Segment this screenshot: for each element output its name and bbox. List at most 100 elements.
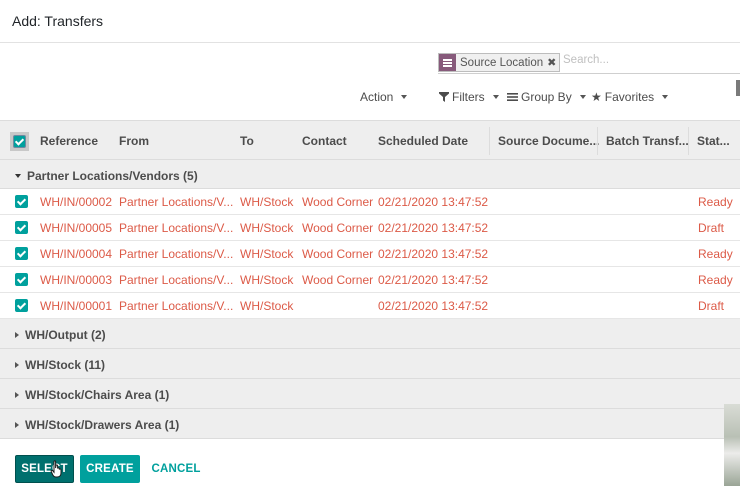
action-dropdown[interactable]: Action	[360, 90, 408, 104]
background-edge-mark	[736, 80, 740, 96]
group-label: WH/Stock (11)	[25, 358, 106, 372]
caret-down-icon	[662, 95, 669, 99]
select-button[interactable]: SELECT	[15, 455, 74, 483]
column-reference[interactable]: Reference	[40, 134, 98, 148]
favorites-dropdown[interactable]: ★ Favorites	[591, 90, 669, 104]
cell-status: Ready	[698, 273, 733, 287]
caret-right-icon	[15, 362, 19, 368]
cell-scheduled-date: 02/21/2020 13:47:52	[378, 299, 489, 313]
column-divider	[597, 127, 598, 155]
filters-label: Filters	[452, 90, 485, 104]
caret-down-icon	[492, 95, 499, 99]
cell-contact: Wood Corner	[302, 247, 374, 261]
row-checkbox[interactable]	[15, 247, 28, 260]
cell-contact: Wood Corner	[302, 273, 374, 287]
cell-to: WH/Stock	[240, 195, 294, 209]
cell-scheduled-date: 02/21/2020 13:47:52	[378, 273, 489, 287]
column-scheduled-date[interactable]: Scheduled Date	[378, 134, 468, 148]
column-status[interactable]: Stat...	[697, 134, 730, 148]
cell-reference: WH/IN/00002	[40, 195, 113, 209]
search-facet-label: Source Location	[460, 56, 544, 69]
column-divider	[688, 127, 689, 155]
filters-dropdown[interactable]: Filters	[439, 90, 499, 104]
hand-cursor-icon	[50, 460, 62, 478]
cell-from: Partner Locations/V...	[119, 195, 234, 209]
cell-reference: WH/IN/00004	[40, 247, 113, 261]
cell-reference: WH/IN/00003	[40, 273, 113, 287]
group-by-dropdown[interactable]: Group By	[507, 90, 586, 104]
table-row[interactable]: WH/IN/00002 Partner Locations/V... WH/St…	[0, 189, 740, 215]
cell-from: Partner Locations/V...	[119, 273, 234, 287]
cell-scheduled-date: 02/21/2020 13:47:52	[378, 247, 489, 261]
group-by-label: Group By	[521, 90, 572, 104]
cell-to: WH/Stock	[240, 247, 294, 261]
favorites-label: Favorites	[604, 90, 655, 104]
cell-scheduled-date: 02/21/2020 13:47:52	[378, 221, 489, 235]
table-row[interactable]: WH/IN/00001 Partner Locations/V... WH/St…	[0, 293, 740, 319]
cell-status: Draft	[698, 221, 725, 235]
cell-contact: Wood Corner	[302, 221, 374, 235]
table-row[interactable]: WH/IN/00004 Partner Locations/V... WH/St…	[0, 241, 740, 267]
group-label: Partner Locations/Vendors (5)	[27, 169, 198, 183]
caret-right-icon	[15, 422, 19, 428]
list-icon	[507, 93, 518, 101]
column-to[interactable]: To	[240, 134, 254, 148]
control-panel: Source Location ✖ Action Filters Group B…	[0, 44, 740, 120]
cell-contact: Wood Corner	[302, 195, 374, 209]
funnel-icon	[439, 92, 449, 102]
group-label: WH/Stock/Drawers Area (1)	[25, 418, 180, 432]
cell-from: Partner Locations/V...	[119, 299, 234, 313]
action-label: Action	[360, 90, 394, 104]
cell-status: Draft	[698, 299, 725, 313]
row-checkbox[interactable]	[15, 299, 28, 312]
filter-group-icon	[439, 54, 456, 71]
dialog-footer: SELECT CREATE CANCEL	[0, 441, 740, 486]
group-row-partner-locations[interactable]: Partner Locations/Vendors (5)	[0, 160, 740, 189]
cell-reference: WH/IN/00005	[40, 221, 113, 235]
column-contact[interactable]: Contact	[302, 134, 347, 148]
search-facet: Source Location ✖	[438, 53, 561, 72]
cell-status: Ready	[698, 247, 733, 261]
close-icon[interactable]: ✖	[547, 56, 559, 69]
cell-to: WH/Stock	[240, 273, 294, 287]
cell-to: WH/Stock	[240, 299, 294, 313]
group-row-chairs-area[interactable]: WH/Stock/Chairs Area (1)	[0, 379, 740, 409]
caret-down-icon	[579, 95, 586, 99]
table-row[interactable]: WH/IN/00003 Partner Locations/V... WH/St…	[0, 267, 740, 293]
cell-status: Ready	[698, 195, 733, 209]
cancel-button[interactable]: CANCEL	[146, 455, 206, 483]
column-batch-transfer[interactable]: Batch Transf...	[606, 134, 689, 148]
search-bar[interactable]: Source Location ✖	[438, 52, 740, 74]
create-button[interactable]: CREATE	[80, 455, 140, 483]
checkmark-icon	[13, 135, 26, 148]
column-divider	[489, 127, 490, 155]
column-source-document[interactable]: Source Docume...	[498, 134, 599, 148]
dialog-title: Add: Transfers	[12, 13, 104, 29]
caret-down-icon	[401, 95, 408, 99]
group-row-drawers-area[interactable]: WH/Stock/Drawers Area (1)	[0, 409, 740, 439]
caret-right-icon	[15, 392, 19, 398]
caret-right-icon	[15, 332, 19, 338]
star-icon: ★	[591, 90, 602, 104]
row-checkbox[interactable]	[15, 221, 28, 234]
search-input[interactable]	[563, 54, 733, 66]
select-all-checkbox[interactable]	[10, 132, 29, 151]
transfers-list: Reference From To Contact Scheduled Date…	[0, 120, 740, 439]
cell-from: Partner Locations/V...	[119, 247, 234, 261]
dialog-header: Add: Transfers	[0, 0, 740, 43]
row-checkbox[interactable]	[15, 195, 28, 208]
group-row-stock[interactable]: WH/Stock (11)	[0, 349, 740, 379]
caret-down-icon	[15, 174, 21, 178]
row-checkbox[interactable]	[15, 273, 28, 286]
cell-reference: WH/IN/00001	[40, 299, 113, 313]
background-image-edge	[724, 404, 740, 486]
group-label: WH/Output (2)	[25, 328, 106, 342]
column-from[interactable]: From	[119, 134, 149, 148]
cell-from: Partner Locations/V...	[119, 221, 234, 235]
table-header: Reference From To Contact Scheduled Date…	[0, 120, 740, 160]
table-row[interactable]: WH/IN/00005 Partner Locations/V... WH/St…	[0, 215, 740, 241]
add-transfers-dialog: Add: Transfers Source Location ✖ Action …	[0, 0, 740, 486]
cell-scheduled-date: 02/21/2020 13:47:52	[378, 195, 489, 209]
cell-to: WH/Stock	[240, 221, 294, 235]
group-row-output[interactable]: WH/Output (2)	[0, 319, 740, 349]
